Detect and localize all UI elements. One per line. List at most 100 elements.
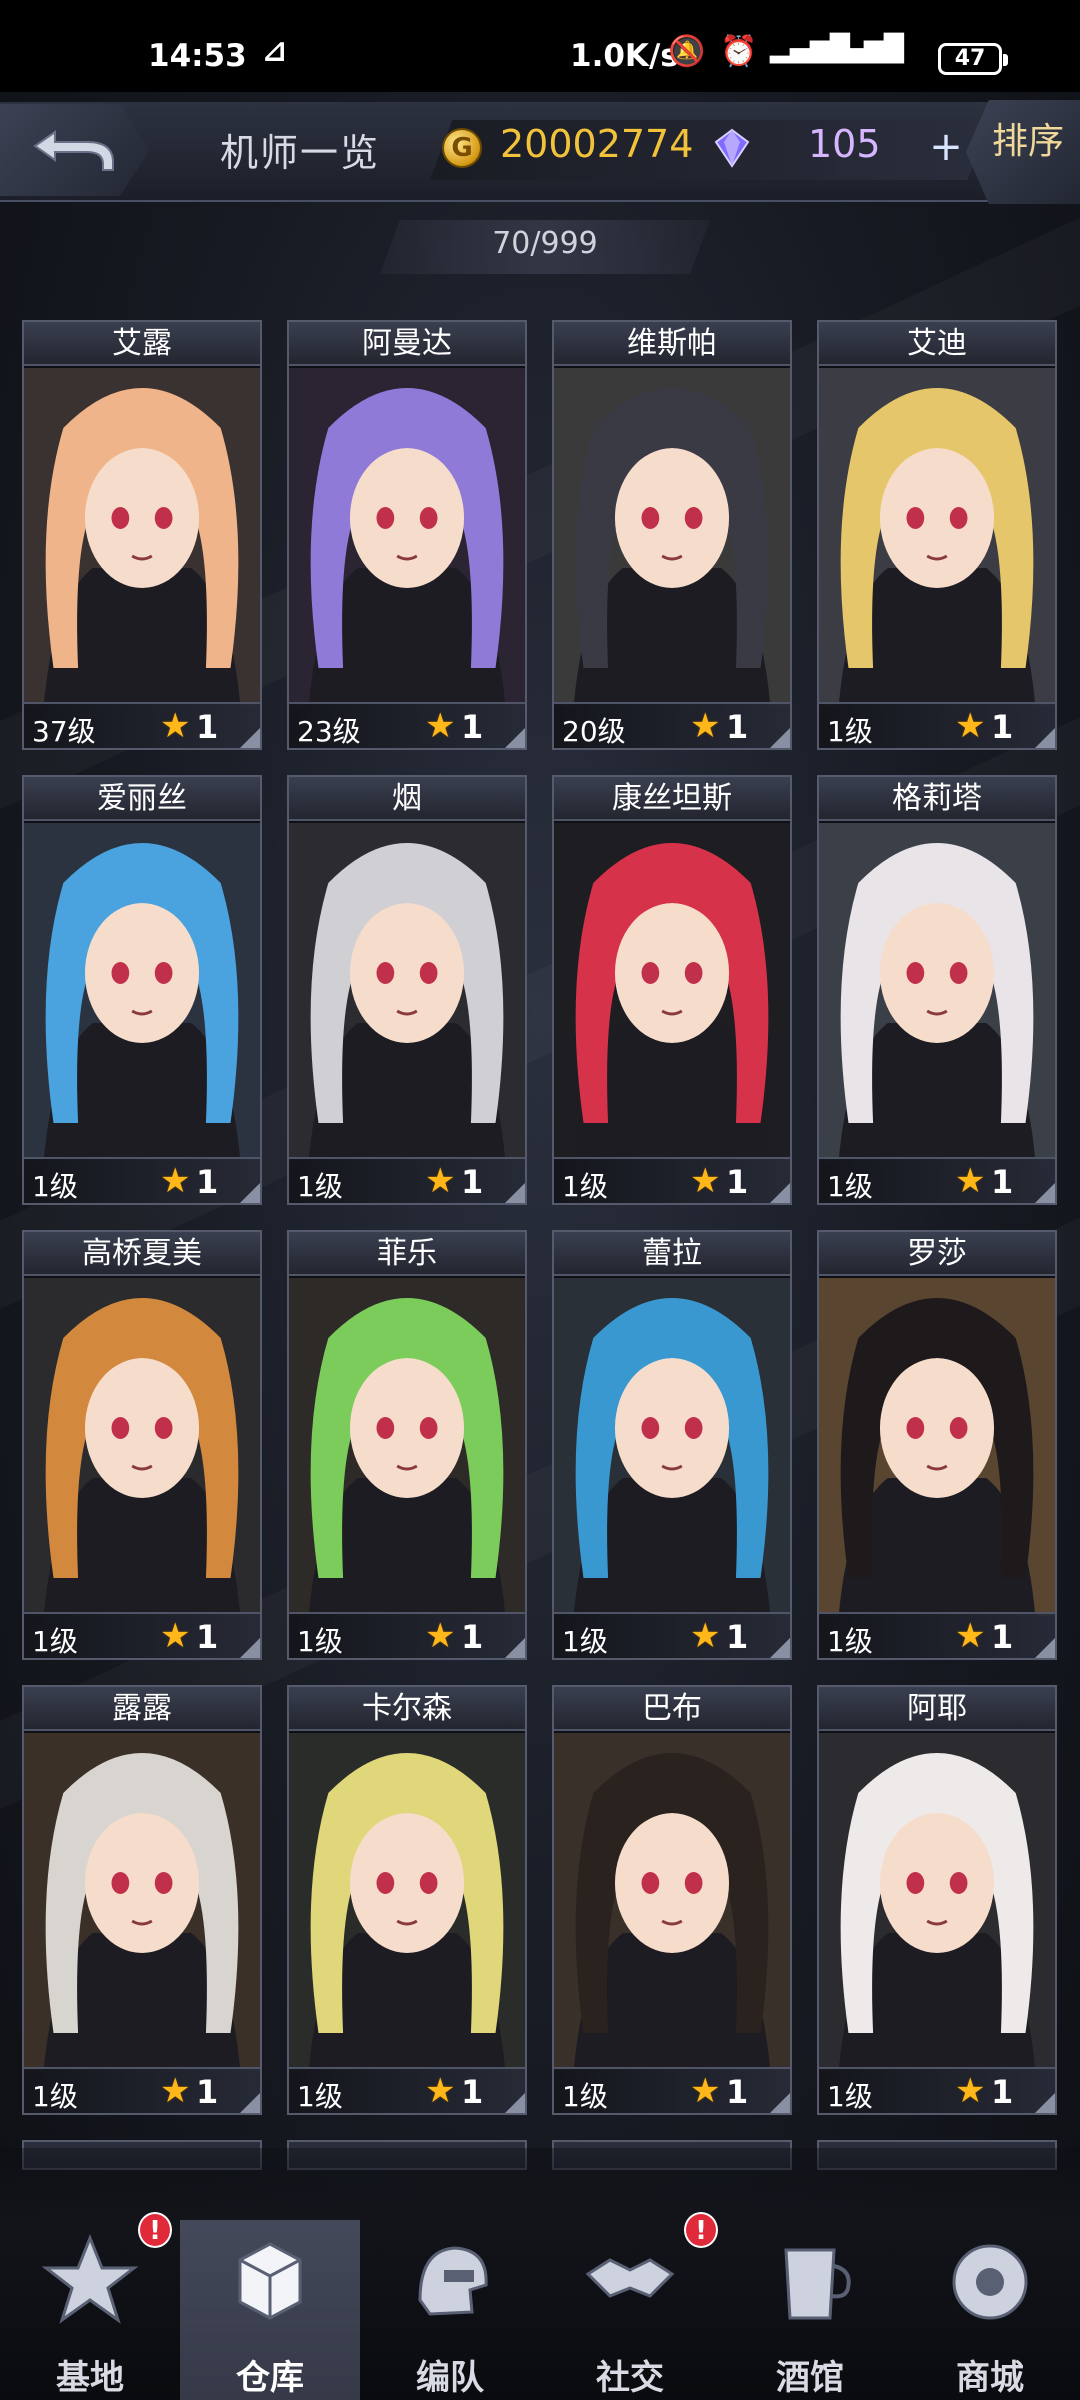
pilot-card[interactable]: 烟 1级 ★ 1: [287, 775, 527, 1205]
pilot-card[interactable]: 康丝坦斯 1级 ★ 1: [552, 775, 792, 1205]
pilot-card[interactable]: 爱丽丝 1级 ★ 1: [22, 775, 262, 1205]
pilot-portrait: [819, 1278, 1055, 1616]
pilot-card[interactable]: 阿曼达 23级 ★ 1: [287, 320, 527, 750]
wifi-icon: ◠: [880, 34, 904, 69]
pilot-stars: 1: [196, 708, 219, 746]
page-title: 机师一览: [220, 131, 381, 175]
pilot-card[interactable]: 格莉塔 1级 ★ 1: [817, 775, 1057, 1205]
data-off-icon: ⊿: [262, 34, 288, 69]
pilot-name: 爱丽丝: [24, 777, 260, 821]
pilot-card[interactable]: 露露 1级 ★ 1: [22, 1685, 262, 2115]
pilot-stars: 1: [991, 2073, 1014, 2111]
pilot-card[interactable]: 艾迪 1级 ★ 1: [817, 320, 1057, 750]
pilot-level: 1级: [562, 2080, 608, 2113]
shop-icon: [952, 2244, 1028, 2320]
pilot-level: 1级: [827, 2080, 873, 2113]
star-icon: ★: [160, 1616, 191, 1656]
pilot-footer: 1级 ★ 1: [819, 2067, 1055, 2113]
pilot-name: 阿曼达: [289, 322, 525, 366]
pilot-footer: 1级 ★ 1: [819, 1157, 1055, 1203]
pilot-portrait: [819, 368, 1055, 706]
gem-icon: [714, 128, 750, 168]
star-icon: ★: [160, 1161, 191, 1201]
pilot-card[interactable]: 高桥夏美 1级 ★ 1: [22, 1230, 262, 1660]
pilot-footer: 1级 ★ 1: [554, 1612, 790, 1658]
card-corner: [505, 1183, 525, 1203]
pilot-portrait: [289, 368, 525, 706]
mute-icon: 🔕: [668, 34, 706, 69]
back-button[interactable]: [0, 104, 150, 196]
pilot-card[interactable]: 蕾拉 1级 ★ 1: [552, 1230, 792, 1660]
pilot-name: 高桥夏美: [24, 1232, 260, 1276]
nav-item-tavern[interactable]: 酒馆: [720, 2220, 900, 2400]
card-corner: [240, 728, 260, 748]
pilot-stars: 1: [461, 1163, 484, 1201]
pilot-card[interactable]: 菲乐 1级 ★ 1: [287, 1230, 527, 1660]
card-corner: [240, 1638, 260, 1658]
pilot-footer: 1级 ★ 1: [289, 1157, 525, 1203]
pilot-stars: 1: [726, 2073, 749, 2111]
app-screen: 机师一览 G 20002774 105 + 排序 70/999 艾露 37级 ★ 1…: [0, 92, 1080, 2400]
gold-coin-icon: G: [442, 128, 482, 168]
pilot-card[interactable]: 巴布 1级 ★ 1: [552, 1685, 792, 2115]
pilot-stars: 1: [461, 708, 484, 746]
pilot-stars: 1: [991, 708, 1014, 746]
pilot-stars: 1: [196, 1163, 219, 1201]
pilot-portrait: [554, 1733, 790, 2071]
add-gems-button[interactable]: +: [928, 127, 964, 167]
card-corner: [240, 1183, 260, 1203]
pilot-stars: 1: [991, 1163, 1014, 1201]
pilot-name: 罗莎: [819, 1232, 1055, 1276]
card-corner: [1035, 2093, 1055, 2113]
nav-item-social[interactable]: 社交: [540, 2220, 720, 2400]
status-bar: 14:53 ⊿ 1.0K/s 🔕 ⏰ ▂▄▆█ ▂▄▆█ ◠ 47: [0, 0, 1080, 92]
card-corner: [770, 1183, 790, 1203]
sort-label[interactable]: 排序: [992, 112, 1064, 164]
pilot-level: 1级: [32, 1170, 78, 1203]
pilot-level: 1级: [297, 1625, 343, 1658]
pilot-card[interactable]: 阿耶 1级 ★ 1: [817, 1685, 1057, 2115]
pilot-stars: 1: [991, 1618, 1014, 1656]
gold-amount: 20002774: [500, 122, 694, 166]
nav-label: 商城: [956, 2358, 1024, 2398]
pilot-footer: 1级 ★ 1: [289, 1612, 525, 1658]
star-icon: ★: [955, 2071, 986, 2111]
pilot-card[interactable]: 艾露 37级 ★ 1: [22, 320, 262, 750]
pilot-level: 1级: [827, 715, 873, 748]
star-icon: ★: [425, 1161, 456, 1201]
nav-label: 酒馆: [776, 2358, 844, 2398]
card-corner: [770, 1638, 790, 1658]
pilot-portrait: [289, 823, 525, 1161]
pilot-count: 70/999: [492, 226, 598, 261]
pilot-name: 康丝坦斯: [554, 777, 790, 821]
pilot-portrait: [554, 1278, 790, 1616]
pilot-card[interactable]: 卡尔森 1级 ★ 1: [287, 1685, 527, 2115]
pilot-level: 1级: [562, 1625, 608, 1658]
alarm-icon: ⏰: [720, 34, 758, 69]
pilot-portrait: [24, 1278, 260, 1616]
star-icon: ★: [160, 706, 191, 746]
pilot-name: 巴布: [554, 1687, 790, 1731]
pilot-portrait: [289, 1278, 525, 1616]
card-corner: [1035, 1638, 1055, 1658]
pilot-name: 蕾拉: [554, 1232, 790, 1276]
card-corner: [240, 2093, 260, 2113]
star-icon: ★: [955, 1161, 986, 1201]
pilot-card[interactable]: 维斯帕 20级 ★ 1: [552, 320, 792, 750]
pilot-portrait: [819, 1733, 1055, 2071]
pilot-footer: 1级 ★ 1: [554, 1157, 790, 1203]
star-icon: ★: [955, 1616, 986, 1656]
star-icon: ★: [955, 706, 986, 746]
card-corner: [770, 728, 790, 748]
pilot-footer: 37级 ★ 1: [24, 702, 260, 748]
nav-item-formation[interactable]: 编队: [360, 2220, 540, 2400]
pilot-footer: 23级 ★ 1: [289, 702, 525, 748]
star-icon: ★: [690, 1161, 721, 1201]
social-icon: [585, 2258, 675, 2298]
pilot-portrait: [554, 368, 790, 706]
nav-item-shop[interactable]: 商城: [900, 2220, 1080, 2400]
nav-item-warehouse[interactable]: 仓库: [180, 2220, 360, 2400]
pilot-card[interactable]: 罗莎 1级 ★ 1: [817, 1230, 1057, 1660]
pilot-stars: 1: [196, 1618, 219, 1656]
pilot-stars: 1: [461, 1618, 484, 1656]
